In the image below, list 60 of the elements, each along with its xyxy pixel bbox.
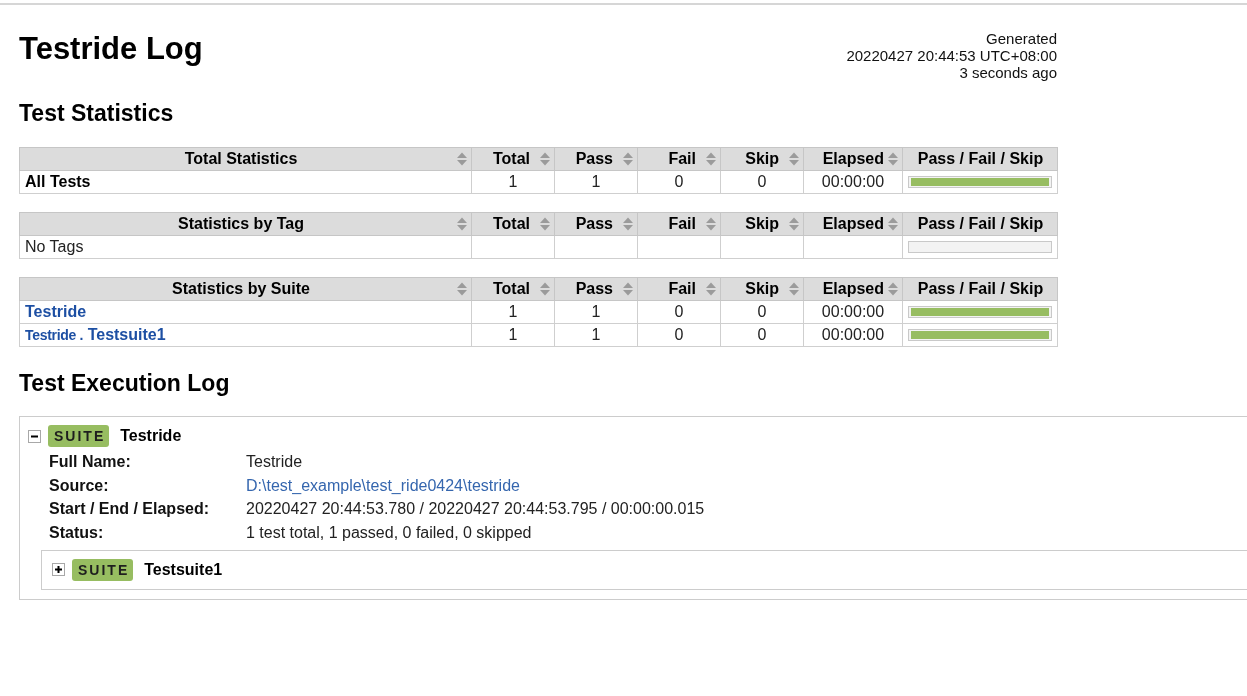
column-header: Pass / Fail / Skip [902,277,1058,301]
table-cell: 1 [554,300,638,324]
table-cell: 1 [554,170,638,194]
metadata-label: Full Name: [49,451,131,472]
column-header[interactable]: Statistics by Tag [19,212,472,236]
column-header[interactable]: Skip [720,212,804,236]
metadata-label: Status: [49,522,104,543]
column-header: Pass / Fail / Skip [902,212,1058,236]
table-cell: 00:00:00 [803,300,903,324]
column-header[interactable]: Pass [554,212,638,236]
type-label: SUITE [48,425,110,447]
metadata-label: Source: [49,475,109,496]
generated-text: 20220427 20:44:53 UTC+08:00 [846,47,1057,64]
column-header[interactable]: Skip [720,147,804,171]
column-header[interactable]: Total [471,212,555,236]
suite-name: Testride [120,426,182,446]
metadata-value: 20220427 20:44:53.780 / 20220427 20:44:53.795 / 00:00:00.015 [246,499,705,520]
table-cell: 0 [720,170,804,194]
column-header[interactable]: Fail [637,277,721,301]
column-header[interactable]: Pass [554,147,638,171]
column-header[interactable]: Total [471,277,555,301]
table-cell: 0 [637,170,721,194]
generated-text: Generated [986,30,1057,47]
suite-link[interactable]: Testride . Testsuite1 [25,326,166,343]
column-header[interactable]: Fail [637,212,721,236]
metadata-label: Start / End / Elapsed: [49,499,210,520]
column-header[interactable]: Pass [554,277,638,301]
plus-icon[interactable] [52,563,65,577]
table-cell: 1 [471,300,555,324]
generated-text: 3 seconds ago [959,64,1057,81]
type-label: SUITE [72,558,134,581]
column-header[interactable]: Total Statistics [19,147,472,171]
suite-link[interactable]: Testride [25,303,87,320]
table-cell: 1 [554,323,638,347]
table-cell: 0 [720,300,804,324]
table-cell: 00:00:00 [803,170,903,194]
column-header[interactable]: Elapsed [803,277,903,301]
table-cell: 0 [637,323,721,347]
minus-icon[interactable] [28,429,41,443]
column-header[interactable]: Fail [637,147,721,171]
metadata-value: 1 test total, 1 passed, 0 failed, 0 skipped [246,522,532,543]
column-header[interactable]: Elapsed [803,147,903,171]
table-cell: All Tests [19,170,472,194]
column-header: Pass / Fail / Skip [902,147,1058,171]
page-title: Testride Log [19,31,203,67]
metadata-value: Testride [246,451,303,472]
column-header[interactable]: Statistics by Suite [19,277,472,301]
section-heading: Test Statistics [19,99,174,127]
column-header[interactable]: Elapsed [803,212,903,236]
table-cell: 0 [720,323,804,347]
table-cell: No Tags [19,235,472,259]
table-cell: 00:00:00 [803,323,903,347]
source-link[interactable]: D:\test_example\test_ride0424\testride [246,475,520,496]
table-cell: 1 [471,170,555,194]
table-cell: 0 [637,300,721,324]
column-header[interactable]: Skip [720,277,804,301]
table-cell: 1 [471,323,555,347]
suite-name: Testsuite1 [144,559,223,580]
column-header[interactable]: Total [471,147,555,171]
section-heading: Test Execution Log [19,369,230,397]
